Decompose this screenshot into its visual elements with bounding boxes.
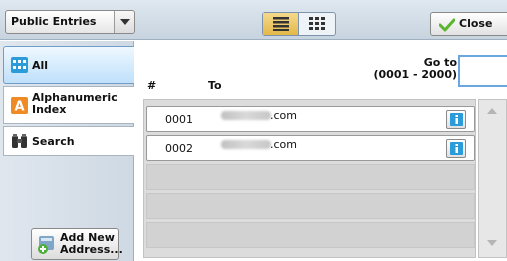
toolbar: Public Entries Close [0,0,507,40]
dropdown-value: Public Entries [11,15,97,28]
svg-text:A: A [14,100,24,115]
close-button[interactable]: Close [430,12,507,36]
address-book-icon [11,57,28,73]
column-header-number: # [147,79,157,92]
view-toggle [262,12,336,36]
column-header-to: To [208,79,222,92]
address-list: 0001 .com 0002 .com [143,99,476,258]
redacted-address [221,140,271,149]
tab-alphanumeric-index[interactable]: A Alphanumeric Index [3,86,134,124]
row-address-domain: .com [270,109,297,122]
scrollbar[interactable] [478,99,507,258]
redacted-address [221,111,271,120]
details-button[interactable] [446,139,466,158]
empty-row [146,222,475,248]
row-number: 0002 [165,142,193,155]
chevron-down-icon [120,19,130,25]
address-list-panel: # To Go to (0001 - 2000) 0001 .com 0002 … [135,41,507,261]
checkmark-icon [439,18,455,32]
add-address-icon [38,236,54,254]
row-number: 0001 [165,113,193,126]
binoculars-icon [12,134,27,148]
table-row[interactable]: 0002 .com [146,135,475,161]
grid-view-icon [309,17,325,30]
sidebar: All A Alphanumeric Index Search Add New … [0,41,134,261]
goto-input[interactable] [458,55,507,87]
table-row[interactable]: 0001 .com [146,106,475,132]
tab-search-label: Search [32,135,75,148]
dropdown-arrow-button[interactable] [114,11,134,33]
add-button-label-line2: Address... [60,243,123,256]
info-icon [450,142,463,155]
row-address-domain: .com [270,138,297,151]
empty-row [146,164,475,190]
grid-view-button[interactable] [299,13,335,35]
info-icon [450,113,463,126]
add-new-address-button[interactable]: Add New Address... [31,228,123,260]
scroll-up-icon[interactable] [487,108,497,115]
scroll-down-icon[interactable] [487,240,497,247]
goto-label: Go to (0001 - 2000) [373,57,457,81]
details-button[interactable] [446,110,466,129]
add-button-label: Add New Address... [60,232,123,256]
list-view-button[interactable] [263,13,299,35]
tab-all[interactable]: All [3,46,134,84]
address-book-dropdown[interactable]: Public Entries [5,10,135,34]
empty-row [146,193,475,219]
goto-range: (0001 - 2000) [373,68,457,81]
tab-search[interactable]: Search [3,126,134,156]
close-button-label: Close [459,17,493,30]
alphabet-a-icon: A [11,97,28,114]
tab-alphanumeric-label: Alphanumeric Index [32,91,118,116]
list-view-icon [273,17,289,31]
tab-all-label: All [32,59,49,72]
